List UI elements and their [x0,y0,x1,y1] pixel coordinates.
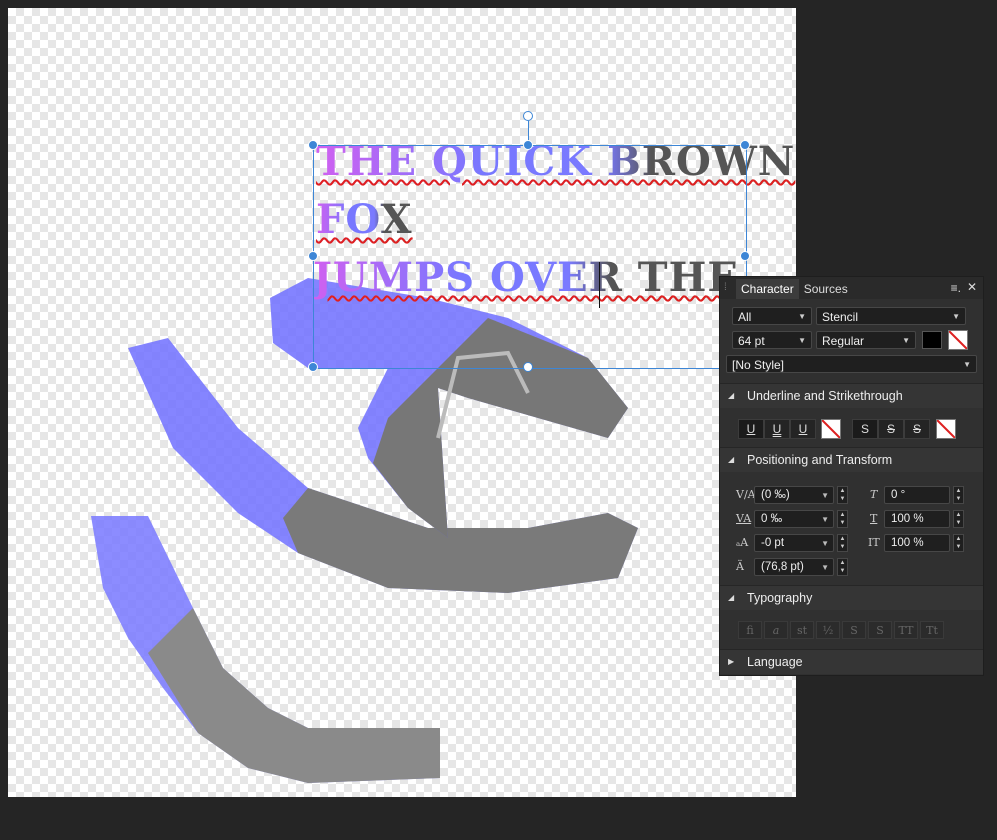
chevron-down-icon: ▼ [798,336,806,345]
chevron-down-icon: ▼ [963,360,971,369]
leading-icon: Ä [736,560,744,573]
collapse-triangle-icon: ◢ [728,455,735,464]
resize-handle-mr[interactable] [740,251,750,261]
subscript-button[interactable]: S [868,621,892,639]
resize-handle-tm[interactable] [523,140,533,150]
rotation-handle[interactable] [523,111,533,121]
expand-triangle-icon: ▶ [728,657,735,666]
tab-character[interactable]: Character [736,279,799,299]
underline-single-button[interactable]: U [738,419,764,439]
panel-menu-icon[interactable]: ≡. [951,281,961,295]
strike-custom-button[interactable]: S [904,419,930,439]
tracking-field[interactable]: 0 ‰ ▼ [754,510,834,528]
underline-color-swatch[interactable] [821,419,841,439]
font-size-value: 64 pt [738,334,765,348]
horizontal-scale-stepper[interactable]: ▲ ▼ [953,534,964,552]
tracking-icon: VA [736,512,752,525]
brush-strokes-artwork [91,278,638,783]
text-fill-none-swatch[interactable] [948,330,968,350]
fractions-button[interactable]: ½ [816,621,840,639]
strike-double-button[interactable]: S [878,419,904,439]
chevron-down-icon: ▼ [952,312,960,321]
ordinals-button[interactable]: st [790,621,814,639]
section-underline-label: Underline and Strikethrough [747,389,903,403]
selection-bounding-box[interactable] [313,145,747,369]
chevron-down-icon: ▼ [821,491,829,500]
chevron-down-icon: ▼ [798,312,806,321]
font-family-value: Stencil [822,310,859,324]
vertical-scale-field[interactable]: 100 % [884,510,950,528]
panel-tab-bar: ⁞ Character Sources ≡. ✕ [720,277,983,299]
section-underline-header[interactable]: ◢ Underline and Strikethrough [720,383,983,408]
all-caps-button[interactable]: TT [894,621,918,639]
shear-stepper[interactable]: ▲ ▼ [953,486,964,504]
panel-grip-icon[interactable]: ⁞ [724,282,732,296]
font-style-value: Regular [822,334,865,348]
strike-single-button[interactable]: S [852,419,878,439]
chevron-down-icon: ▼ [902,336,910,345]
section-typography-label: Typography [747,591,813,605]
close-icon[interactable]: ✕ [967,280,977,294]
section-typography-header[interactable]: ◢ Typography [720,585,983,610]
section-language-header[interactable]: ▶ Language [720,649,983,674]
section-positioning-label: Positioning and Transform [747,453,893,467]
font-family-select[interactable]: Stencil ▼ [816,307,966,325]
font-size-select[interactable]: 64 pt ▼ [732,331,812,349]
small-caps-button[interactable]: Tt [920,621,944,639]
kerning-icon: V/A [736,488,756,501]
leading-field[interactable]: (76,8 pt) ▼ [754,558,834,576]
document-canvas[interactable]: THE QUICK BROWN FOX JUMPS OVER THE [8,8,796,797]
text-style-value: [No Style] [732,358,785,372]
section-language-label: Language [747,655,803,669]
tracking-stepper[interactable]: ▲ ▼ [837,510,848,528]
baseline-icon: ₐA [736,536,749,549]
text-color-swatch[interactable] [922,331,942,349]
leading-stepper[interactable]: ▲ ▼ [837,558,848,576]
horizontal-scale-icon: IT [868,536,880,549]
character-panel: ⁞ Character Sources ≡. ✕ All ▼ Stencil ▼ 6… [719,276,984,676]
underline-custom-button[interactable]: U [790,419,816,439]
resize-handle-tl[interactable] [308,140,318,150]
resize-handle-tr[interactable] [740,140,750,150]
section-positioning-header[interactable]: ◢ Positioning and Transform [720,447,983,472]
chevron-down-icon: ▼ [821,539,829,548]
tab-sources[interactable]: Sources [799,279,853,299]
resize-handle-bm[interactable] [523,362,533,372]
text-style-select[interactable]: [No Style] ▼ [726,355,977,373]
font-collection-value: All [738,310,752,324]
collapse-triangle-icon: ◢ [728,391,735,400]
collapse-triangle-icon: ◢ [728,593,735,602]
resize-handle-bl[interactable] [308,362,318,372]
text-caret [599,262,600,308]
discretionary-ligatures-button[interactable]: a [764,621,788,639]
shear-field[interactable]: 0 ° [884,486,950,504]
horizontal-scale-field[interactable]: 100 % [884,534,950,552]
font-collection-select[interactable]: All ▼ [732,307,812,325]
kerning-stepper[interactable]: ▲ ▼ [837,486,848,504]
underline-double-button[interactable]: U [764,419,790,439]
shear-icon: T [870,488,878,501]
ligatures-button[interactable]: fi [738,621,762,639]
baseline-field[interactable]: -0 pt ▼ [754,534,834,552]
chevron-down-icon: ▼ [821,515,829,524]
superscript-button[interactable]: S [842,621,866,639]
chevron-down-icon: ▼ [821,563,829,572]
vertical-scale-stepper[interactable]: ▲ ▼ [953,510,964,528]
resize-handle-ml[interactable] [308,251,318,261]
strike-color-swatch[interactable] [936,419,956,439]
kerning-field[interactable]: (0 ‰) ▼ [754,486,834,504]
baseline-stepper[interactable]: ▲ ▼ [837,534,848,552]
vertical-scale-icon: T [870,512,878,525]
font-style-select[interactable]: Regular ▼ [816,331,916,349]
